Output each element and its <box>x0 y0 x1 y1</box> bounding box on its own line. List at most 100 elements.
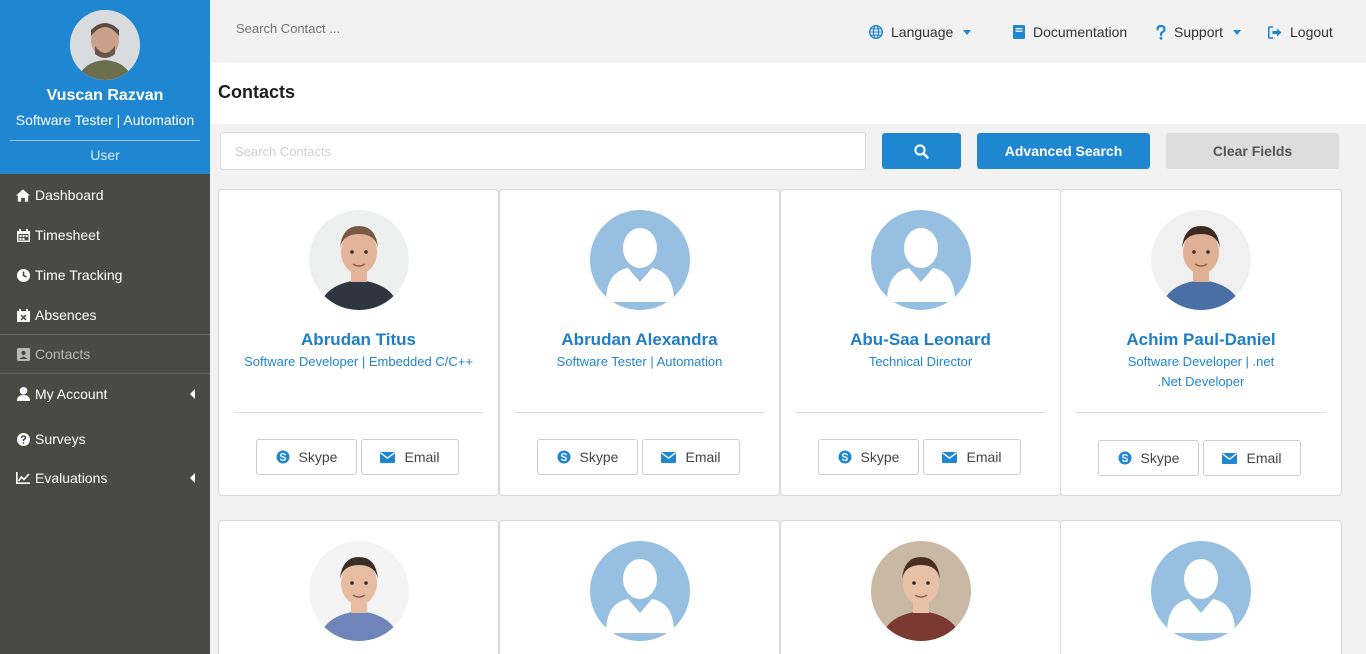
top-search-input[interactable] <box>236 21 536 36</box>
sidebar-item-time-tracking[interactable]: Time Tracking <box>0 255 210 295</box>
contact-name[interactable]: Abrudan Alexandra <box>500 330 779 350</box>
line-chart-icon <box>16 471 30 485</box>
language-label: Language <box>891 24 954 40</box>
skype-icon <box>557 450 571 464</box>
avatar-placeholder <box>871 210 971 310</box>
contact-photo <box>309 541 409 641</box>
search-button[interactable] <box>882 133 961 169</box>
user-avatar[interactable] <box>70 10 140 80</box>
sidebar-item-dashboard[interactable]: Dashboard <box>0 175 210 215</box>
chevron-left-icon <box>190 389 195 399</box>
email-button[interactable]: Email <box>361 439 459 475</box>
skype-button[interactable]: Skype <box>1098 440 1199 476</box>
user-role: Software Tester | Automation <box>15 112 195 128</box>
envelope-icon <box>1222 453 1237 464</box>
contact-title-line: Technical Director <box>868 354 973 369</box>
advanced-search-button[interactable]: Advanced Search <box>977 133 1150 169</box>
sidebar-item-evaluations[interactable]: Evaluations <box>0 458 210 498</box>
contact-card: Abrudan Titus Software Developer | Embedd… <box>218 189 499 496</box>
contact-name[interactable]: Achim Paul-Daniel <box>1061 330 1341 350</box>
contact-photo <box>1151 210 1251 310</box>
language-dropdown[interactable]: Language <box>869 22 972 42</box>
avatar-placeholder <box>590 210 690 310</box>
sidebar-item-timesheet[interactable]: Timesheet <box>0 215 210 255</box>
sidebar: Vuscan Razvan Software Tester | Automati… <box>0 0 210 654</box>
contact-title-line: Software Developer | Embedded C/C++ <box>244 354 473 369</box>
avatar-placeholder <box>590 541 690 641</box>
sidebar-item-label: Timesheet <box>35 227 100 243</box>
book-icon <box>1013 25 1025 39</box>
chevron-left-icon <box>190 473 195 483</box>
top-bar: Language Documentation Support Logout <box>210 0 1366 63</box>
sidebar-item-label: Evaluations <box>35 470 108 486</box>
calendar-x-icon <box>16 308 30 322</box>
clear-fields-button[interactable]: Clear Fields <box>1166 133 1339 169</box>
contact-title-line: Software Tester | Automation <box>556 354 723 369</box>
contact-card <box>499 520 780 654</box>
sidebar-item-label: Absences <box>35 307 97 323</box>
contact-card: Abrudan Alexandra Software Tester | Autom… <box>499 189 780 496</box>
email-button[interactable]: Email <box>642 439 740 475</box>
user-profile: Vuscan Razvan Software Tester | Automati… <box>0 0 210 174</box>
sidebar-item-surveys[interactable]: Surveys <box>0 419 210 459</box>
sidebar-item-label: Contacts <box>35 346 91 362</box>
avatar-placeholder <box>1151 541 1251 641</box>
envelope-icon <box>661 452 676 463</box>
clock-icon <box>16 268 30 282</box>
skype-icon <box>1118 451 1132 465</box>
contact-title: Software Developer | Embedded C/C++ <box>219 352 498 372</box>
sidebar-item-label: Dashboard <box>35 187 104 203</box>
user-name: Vuscan Razvan <box>46 87 164 104</box>
skype-label: Skype <box>1140 450 1180 466</box>
sidebar-item-my-account[interactable]: My Account <box>0 374 210 414</box>
sign-out-icon <box>1268 25 1282 39</box>
sidebar-item-contacts[interactable]: Contacts <box>0 334 210 374</box>
contact-title: Technical Director <box>781 352 1060 372</box>
sidebar-item-label: Time Tracking <box>35 267 123 283</box>
page-title: Contacts <box>218 82 296 102</box>
documentation-link[interactable]: Documentation <box>1013 22 1127 42</box>
page-header: Contacts <box>210 63 1366 124</box>
email-button[interactable]: Email <box>1203 440 1301 476</box>
contact-card: Abu-Saa Leonard Technical Director Skype Em… <box>780 189 1061 496</box>
envelope-icon <box>380 452 395 463</box>
email-label: Email <box>685 449 721 465</box>
envelope-icon <box>942 452 957 463</box>
contacts-search-input[interactable] <box>220 132 866 170</box>
email-button[interactable]: Email <box>923 439 1021 475</box>
contact-title: Software Developer | .net .Net Developer <box>1061 352 1341 392</box>
skype-button[interactable]: Skype <box>537 439 638 475</box>
skype-button[interactable]: Skype <box>818 439 919 475</box>
skype-label: Skype <box>298 449 338 465</box>
email-label: Email <box>1246 450 1282 466</box>
skype-button[interactable]: Skype <box>256 439 357 475</box>
caret-down-icon <box>963 29 972 35</box>
address-book-icon <box>16 347 30 361</box>
contact-title-line: Software Developer | .net <box>1127 354 1275 369</box>
contact-card <box>1060 520 1342 654</box>
user-icon <box>16 387 30 401</box>
contact-card <box>218 520 499 654</box>
globe-icon <box>869 25 883 39</box>
user-type: User <box>90 147 120 163</box>
contact-name[interactable]: Abrudan Titus <box>219 330 498 350</box>
contact-title-line: .Net Developer <box>1157 374 1245 389</box>
logout-link[interactable]: Logout <box>1268 22 1333 42</box>
skype-label: Skype <box>860 449 900 465</box>
documentation-label: Documentation <box>1033 24 1128 40</box>
contact-card: Achim Paul-Daniel Software Developer | .n… <box>1060 189 1342 496</box>
question-icon <box>1156 24 1166 40</box>
contact-title: Software Tester | Automation <box>500 352 779 372</box>
contact-photo <box>871 541 971 641</box>
card-divider <box>515 412 764 413</box>
contact-name[interactable]: Abu-Saa Leonard <box>781 330 1060 350</box>
sidebar-item-absences[interactable]: Absences <box>0 295 210 335</box>
skype-icon <box>276 450 290 464</box>
calendar-icon <box>16 228 30 242</box>
card-divider <box>234 412 483 413</box>
email-label: Email <box>404 449 440 465</box>
search-icon <box>914 143 929 159</box>
email-label: Email <box>966 449 1002 465</box>
support-dropdown[interactable]: Support <box>1156 22 1242 42</box>
card-divider <box>796 412 1045 413</box>
